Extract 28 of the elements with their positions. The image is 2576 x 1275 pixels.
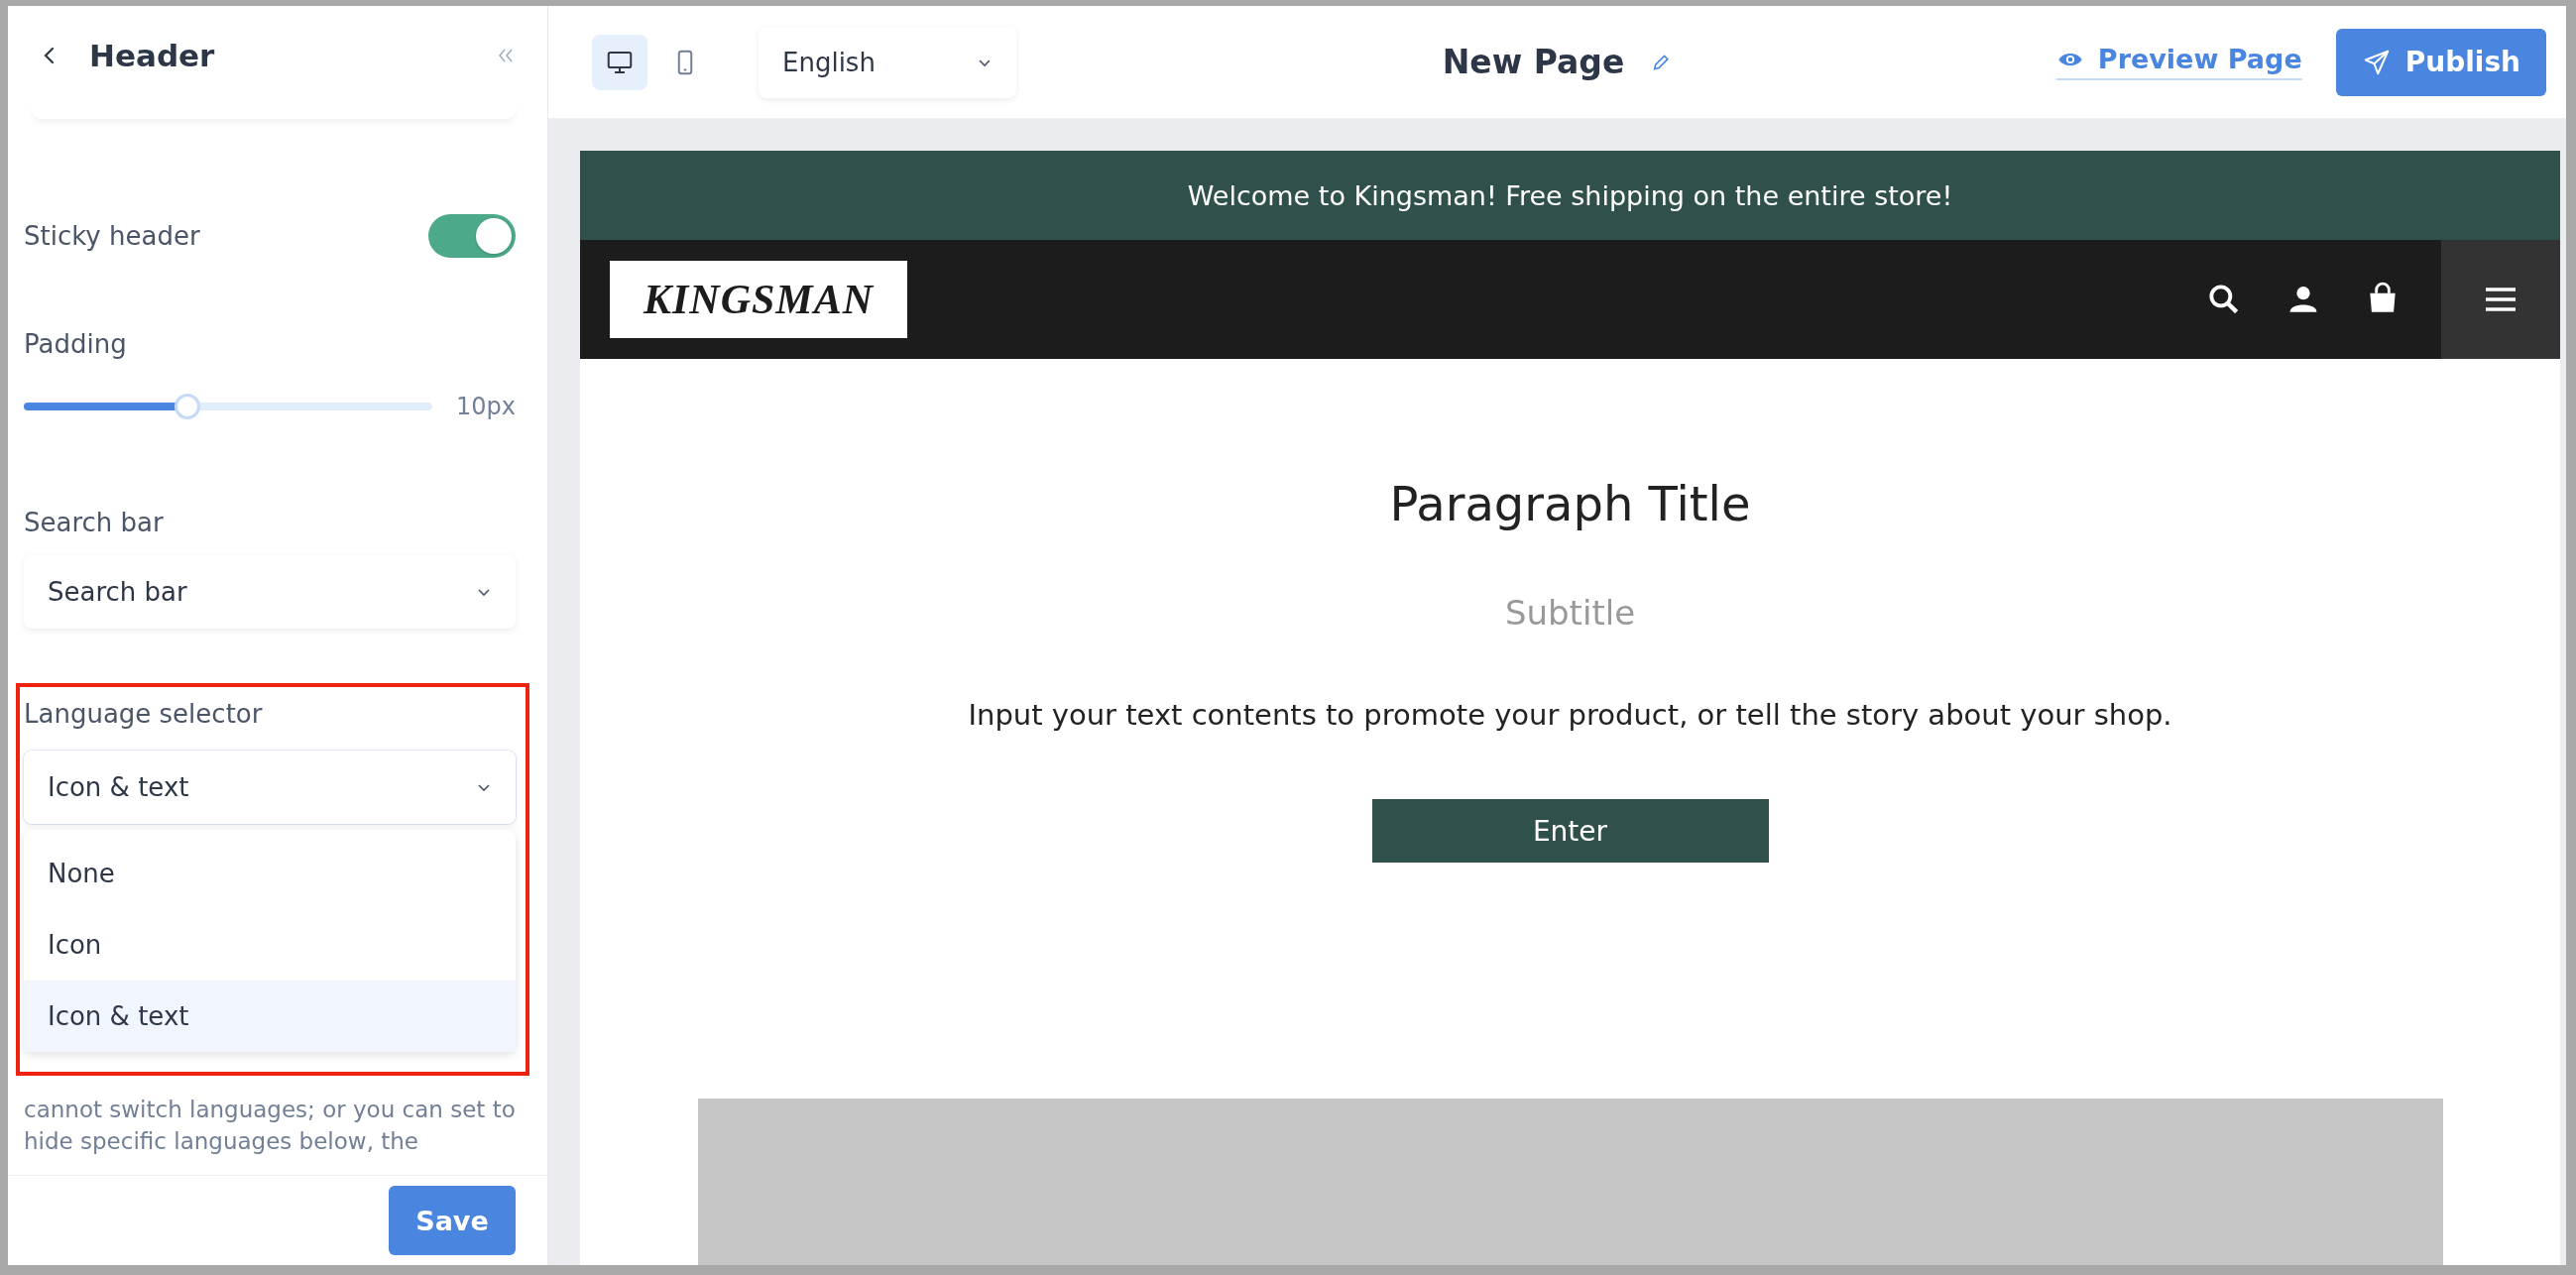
preview-page-link[interactable]: Preview Page (2055, 44, 2302, 80)
section-text: Input your text contents to promote your product, or tell the story about your shop. (968, 698, 2172, 732)
setting-label: Language selector (24, 698, 264, 730)
dropdown-option[interactable]: None (24, 838, 516, 909)
slider-thumb[interactable] (174, 394, 200, 419)
menu-button[interactable] (2441, 240, 2560, 359)
setting-label: Search bar (24, 507, 165, 538)
help-text: cannot switch languages; or you can set to hide specific languages below, the (24, 1096, 517, 1156)
setting-label: Sticky header (24, 220, 200, 252)
language-select[interactable]: English (759, 26, 1016, 98)
section-subtitle: Subtitle (1504, 593, 1636, 633)
publish-button[interactable]: Publish (2335, 28, 2546, 96)
save-button[interactable]: Save (389, 1186, 516, 1255)
enter-button[interactable]: Enter (1371, 799, 1769, 863)
slider-track[interactable] (24, 394, 432, 419)
dropdown-select[interactable]: Search bar (24, 555, 516, 629)
setting-label: Padding (24, 328, 128, 360)
toggle-switch[interactable] (428, 214, 516, 258)
dropdown-option[interactable]: Icon & text (24, 981, 516, 1052)
page-title: New Page (1442, 43, 1625, 81)
announcement-text: Welcome to Kingsman! Free shipping on the entire store! (1187, 179, 1953, 211)
store-logo[interactable]: KINGSMAN (610, 261, 907, 338)
slider-value: 10px (456, 393, 516, 420)
dropdown-select[interactable]: Icon & text (24, 751, 516, 824)
dropdown-option[interactable]: Icon (24, 909, 516, 981)
desktop-view-button[interactable] (592, 34, 647, 90)
panel-title: Header (89, 38, 216, 73)
section-title: Paragraph Title (1389, 476, 1751, 531)
